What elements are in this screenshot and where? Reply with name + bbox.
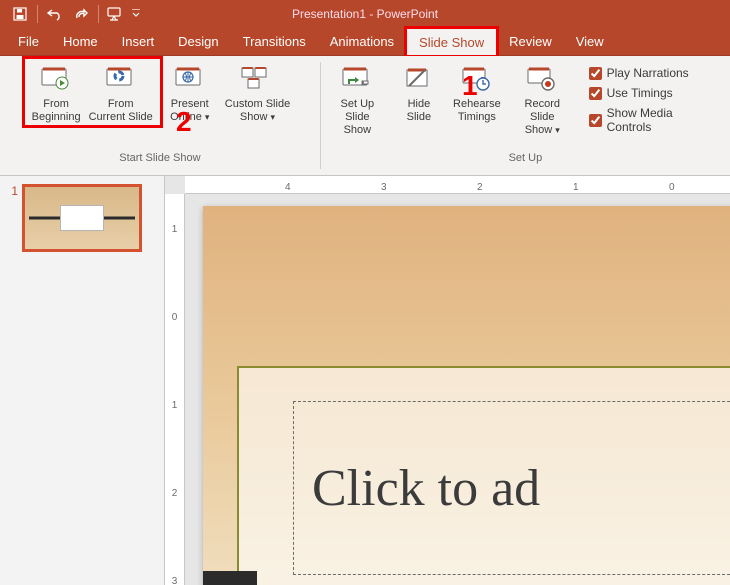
tab-design[interactable]: Design [166,28,230,55]
chevron-down-icon: ▾ [271,112,276,122]
from-beginning-label: From Beginning [32,98,81,124]
custom-slide-show-button[interactable]: Custom Slide Show ▾ [221,60,294,124]
slide-thumbnail-1[interactable] [22,184,142,252]
set-up-slide-show-button[interactable]: Set Up Slide Show [327,60,388,137]
set-up-slide-show-icon [341,64,373,96]
undo-icon [46,7,64,21]
use-timings-checkbox[interactable]: Use Timings [589,86,716,100]
use-timings-label: Use Timings [607,86,673,100]
ruler-vertical: 1 0 1 2 3 [165,194,185,585]
set-up-slide-show-label: Set Up Slide Show [331,98,384,137]
from-current-slide-button[interactable]: From Current Slide [85,60,157,124]
play-narrations-label: Play Narrations [607,66,689,80]
set-up-checkboxes: Play Narrations Use Timings Show Media C… [581,60,724,140]
slide-canvas[interactable]: Click to ad [203,206,730,585]
thumbnail-number: 1 [6,184,18,198]
redo-icon [74,7,88,21]
custom-slide-show-icon [241,64,273,96]
chevron-down-icon: ▾ [555,125,560,135]
tab-review[interactable]: Review [497,28,564,55]
group-start-slide-show: From Beginning From Current Slide Presen… [0,56,320,175]
from-current-slide-icon [105,64,137,96]
chevron-down-icon: ▾ [205,112,210,122]
save-button[interactable] [8,3,32,25]
tab-view[interactable]: View [564,28,616,55]
qat-more-button[interactable] [130,3,142,25]
title-placeholder[interactable]: Click to ad [293,401,730,575]
save-icon [13,7,27,21]
work-area: 1 4 3 2 1 0 1 0 1 2 3 Click to ad [0,176,730,585]
group-label-set-up: Set Up [509,152,543,164]
annotation-1: 1 [462,70,478,102]
tab-animations[interactable]: Animations [318,28,406,55]
ribbon: 1 2 From Beginning From Current Slide [0,56,730,176]
chevron-down-icon [132,9,140,19]
decoration-strip [203,571,257,585]
hide-slide-button[interactable]: Hide Slide [392,60,446,124]
slide-editor: 4 3 2 1 0 1 0 1 2 3 Click to ad [165,176,730,585]
quick-access-toolbar [8,3,142,25]
presentation-icon [107,7,125,21]
present-online-icon [174,64,206,96]
title-bar: Presentation1 - PowerPoint [0,0,730,28]
tab-file[interactable]: File [6,28,51,55]
redo-button[interactable] [69,3,93,25]
ruler-horizontal: 4 3 2 1 0 [185,176,730,194]
play-narrations-checkbox[interactable]: Play Narrations [589,66,716,80]
from-current-slide-label: From Current Slide [89,98,153,124]
hide-slide-label: Hide Slide [407,98,431,124]
record-slide-show-icon [526,64,558,96]
from-beginning-icon [40,64,72,96]
record-slide-show-button[interactable]: Record Slide Show ▾ [508,60,577,137]
undo-button[interactable] [43,3,67,25]
annotation-box-start-buttons: From Beginning From Current Slide [26,60,159,124]
placeholder-text: Click to ad [312,459,540,518]
tab-slide-show[interactable]: Slide Show [406,28,497,56]
group-set-up: Set Up Slide Show Hide Slide Rehearse Ti… [321,56,730,175]
group-label-start: Start Slide Show [119,152,200,164]
tab-transitions[interactable]: Transitions [231,28,318,55]
show-media-checkbox[interactable]: Show Media Controls [589,106,716,134]
ribbon-tab-bar: File Home Insert Design Transitions Anim… [0,28,730,56]
tab-home[interactable]: Home [51,28,110,55]
hide-slide-icon [403,64,435,96]
custom-slide-show-label: Custom Slide Show [225,98,290,123]
from-beginning-button[interactable]: From Beginning [28,60,85,124]
annotation-2: 2 [176,106,192,138]
slideshow-from-start-button[interactable] [104,3,128,25]
slide-thumbnail-panel: 1 [0,176,165,585]
tab-insert[interactable]: Insert [110,28,167,55]
show-media-label: Show Media Controls [607,106,716,134]
